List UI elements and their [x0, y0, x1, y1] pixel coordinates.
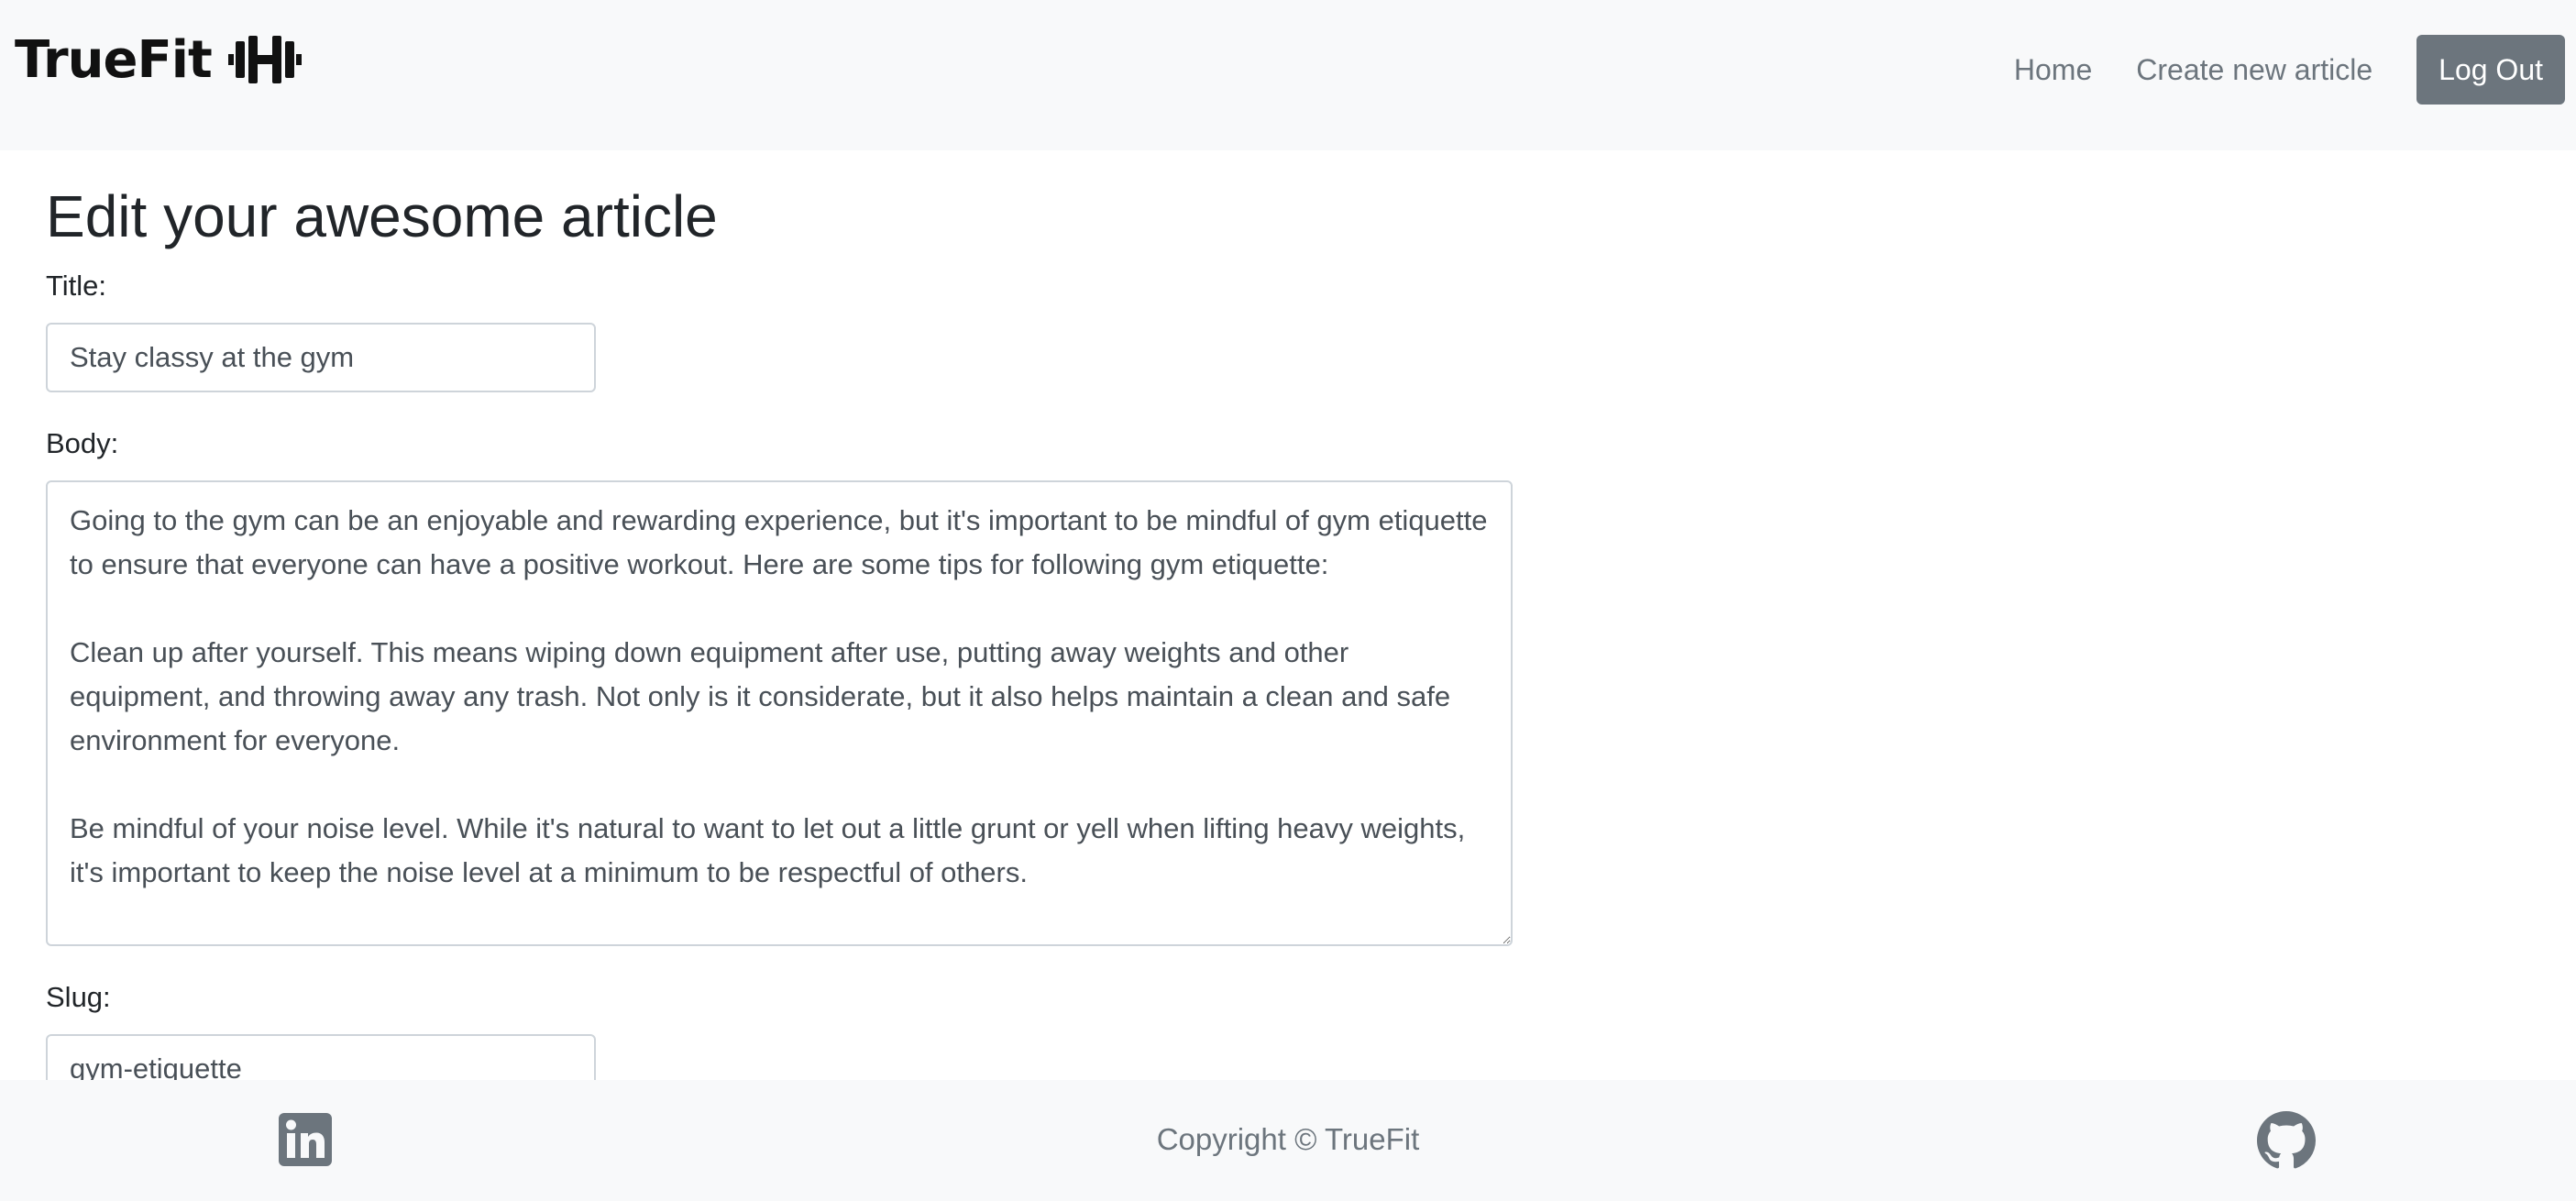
- edit-article-form: Edit your awesome article Title: Body: G…: [46, 150, 2521, 1104]
- footer: Copyright © TrueFit: [0, 1080, 2576, 1201]
- nav-link-create-article[interactable]: Create new article: [2136, 53, 2372, 87]
- body-textarea[interactable]: Going to the gym can be an enjoyable and…: [46, 480, 1513, 946]
- title-label: Title:: [46, 270, 107, 302]
- title-input[interactable]: [46, 323, 596, 392]
- github-icon[interactable]: [2257, 1111, 2316, 1170]
- brand-logo[interactable]: TrueFit: [15, 28, 302, 92]
- logout-button[interactable]: Log Out: [2416, 35, 2565, 105]
- copyright-text: Copyright © TrueFit: [1156, 1122, 1420, 1156]
- brand-name: TrueFit: [15, 29, 213, 90]
- nav-links: Home Create new article Log Out: [2014, 35, 2565, 105]
- body-label: Body:: [46, 427, 119, 459]
- dumbbell-icon: [227, 34, 302, 85]
- page-title: Edit your awesome article: [46, 183, 718, 249]
- slug-label: Slug:: [46, 981, 111, 1013]
- navbar: TrueFit Home Create new article Log Out: [0, 0, 2576, 150]
- nav-link-home[interactable]: Home: [2014, 53, 2092, 87]
